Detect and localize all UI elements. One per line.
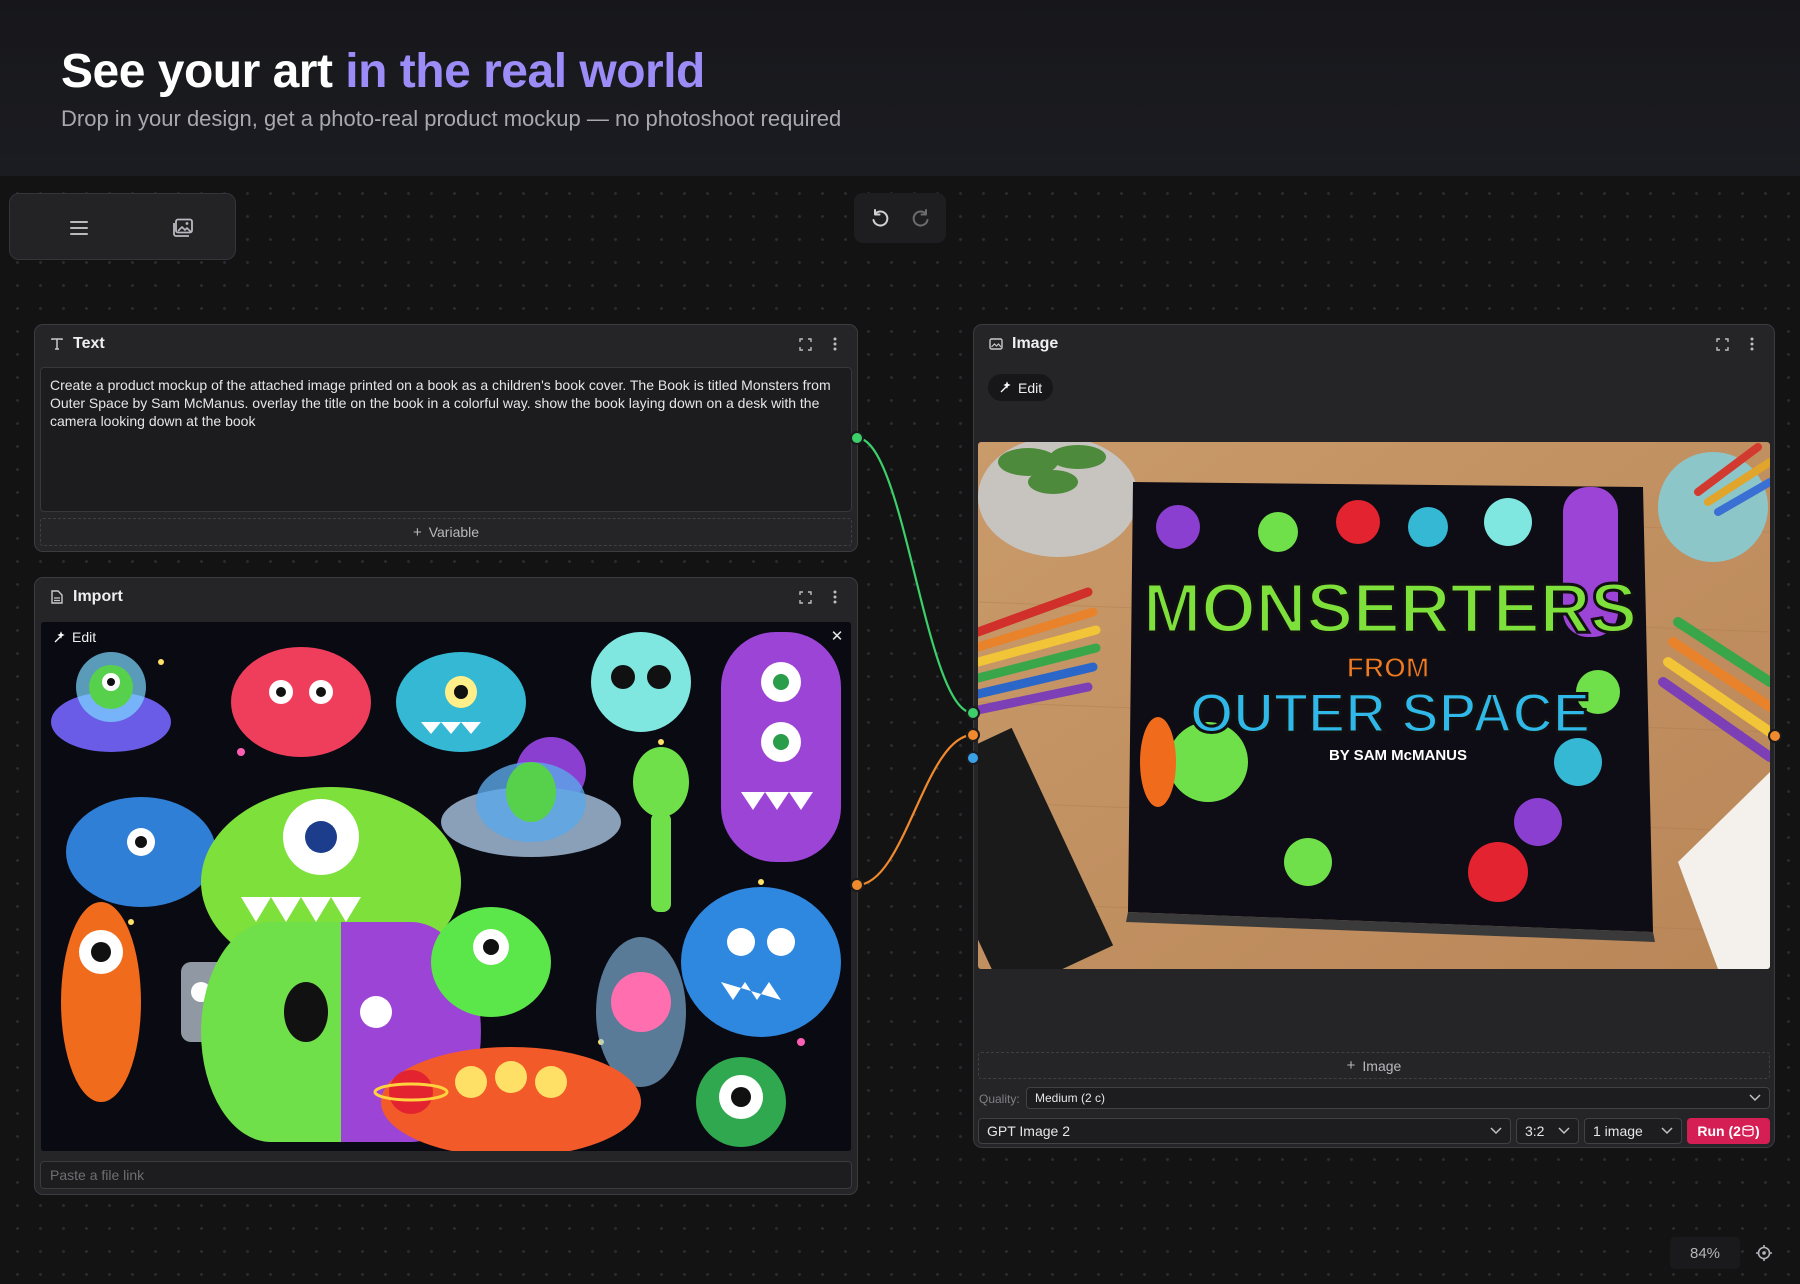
text-output-port[interactable]: [850, 431, 864, 445]
expand-icon[interactable]: [1714, 336, 1730, 352]
image-node[interactable]: Image Edit MONSERTERS FROM OUTER SPACE B…: [973, 324, 1775, 1148]
plus-icon: +: [412, 523, 422, 541]
left-toolbar: [9, 193, 236, 260]
undo-icon[interactable]: [865, 203, 895, 233]
import-node-title: Import: [73, 588, 123, 605]
import-node[interactable]: Import Edit ✕ Paste a file link: [34, 577, 858, 1195]
image-extra-input-port[interactable]: [966, 751, 980, 765]
magic-wand-icon: [1000, 381, 1011, 393]
imported-artwork[interactable]: Edit ✕: [41, 622, 851, 1151]
book-title-line3: OUTER SPACE: [1190, 681, 1590, 744]
add-image-button[interactable]: + Image: [978, 1052, 1770, 1079]
more-options-icon[interactable]: [827, 589, 843, 605]
image-edit-label: Edit: [1018, 379, 1043, 396]
image-count-select[interactable]: 1 image: [1584, 1118, 1682, 1144]
chevron-down-icon: [1661, 1125, 1673, 1137]
redo-icon[interactable]: [906, 203, 936, 233]
import-output-port[interactable]: [850, 878, 864, 892]
history-controls: [854, 193, 946, 243]
plus-icon: +: [1346, 1057, 1356, 1074]
image-node-title: Image: [1012, 335, 1059, 352]
hero-title-plain: See your art: [61, 45, 333, 98]
image-type-icon: [988, 336, 1004, 352]
import-edit-label: Edit: [72, 629, 97, 645]
add-variable-button[interactable]: + Variable: [40, 518, 852, 546]
run-button[interactable]: Run (2 ): [1687, 1118, 1770, 1144]
hero-banner: See your art in the real world Drop in y…: [0, 0, 1800, 176]
generated-mockup-image[interactable]: MONSERTERS FROM OUTER SPACE BY SAM McMAN…: [978, 442, 1770, 969]
hero-subtitle: Drop in your design, get a photo-real pr…: [61, 106, 842, 131]
zoom-level[interactable]: 84%: [1670, 1237, 1740, 1269]
model-select[interactable]: GPT Image 2: [978, 1118, 1511, 1144]
text-node-header: Text: [35, 325, 857, 363]
menu-icon[interactable]: [64, 213, 94, 243]
text-type-icon: [49, 336, 65, 352]
book-author: BY SAM McMANUS: [1329, 747, 1467, 764]
file-icon: [49, 589, 65, 605]
expand-icon[interactable]: [797, 336, 813, 352]
image-node-header: Image: [974, 325, 1774, 363]
image-text-input-port[interactable]: [966, 706, 980, 720]
more-options-icon[interactable]: [1744, 336, 1760, 352]
chevron-down-icon: [1490, 1125, 1502, 1137]
hero-title-accent: in the real world: [345, 45, 705, 98]
prompt-textarea[interactable]: Create a product mockup of the attached …: [40, 367, 852, 512]
quality-select[interactable]: Medium (2 c): [1026, 1087, 1770, 1109]
close-icon[interactable]: ✕: [829, 628, 845, 645]
credits-icon: [1742, 1125, 1754, 1137]
chevron-down-icon: [1558, 1125, 1570, 1137]
image-count-value: 1 image: [1593, 1123, 1643, 1139]
import-edit-button[interactable]: Edit: [45, 626, 104, 648]
run-label: Run (2: [1697, 1123, 1741, 1139]
run-suffix: ): [1754, 1123, 1760, 1139]
aspect-ratio-value: 3:2: [1525, 1123, 1545, 1139]
aspect-ratio-select[interactable]: 3:2: [1516, 1118, 1579, 1144]
add-image-label: Image: [1362, 1057, 1402, 1074]
hero-title: See your art in the real world: [61, 44, 705, 99]
book-title-line2: FROM: [1347, 652, 1429, 683]
more-options-icon[interactable]: [827, 336, 843, 352]
book-title-line1: MONSERTERS: [1143, 569, 1637, 647]
gallery-icon[interactable]: [168, 213, 198, 243]
model-value: GPT Image 2: [987, 1123, 1071, 1139]
import-node-header: Import: [35, 578, 857, 616]
quality-label: Quality:: [979, 1092, 1020, 1106]
image-edit-button[interactable]: Edit: [988, 374, 1054, 401]
expand-icon[interactable]: [797, 589, 813, 605]
image-reference-input-port[interactable]: [966, 728, 980, 742]
file-link-input[interactable]: Paste a file link: [40, 1161, 852, 1189]
image-output-port[interactable]: [1768, 729, 1782, 743]
magic-wand-icon: [54, 630, 65, 642]
text-node[interactable]: Text Create a product mockup of the atta…: [34, 324, 858, 552]
chevron-down-icon: [1749, 1092, 1761, 1104]
add-variable-label: Variable: [428, 524, 480, 540]
quality-value: Medium (2 c): [1035, 1091, 1106, 1105]
text-node-title: Text: [73, 335, 105, 352]
recenter-icon[interactable]: [1748, 1237, 1780, 1269]
